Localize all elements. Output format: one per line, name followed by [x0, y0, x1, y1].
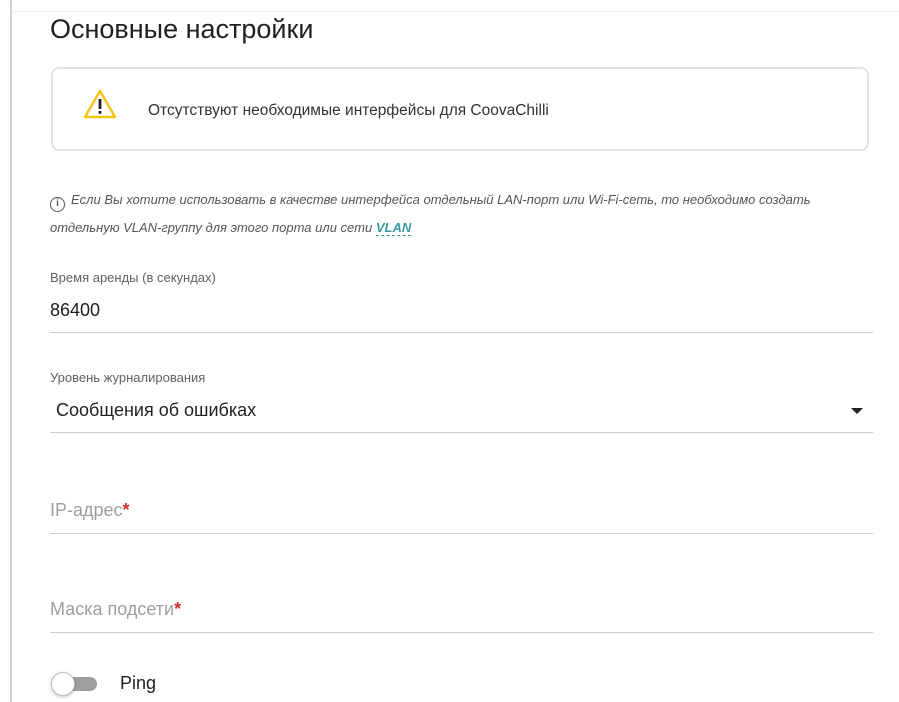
- lease-time-field[interactable]: Время аренды (в секундах) 86400: [50, 268, 873, 334]
- info-icon: i: [50, 197, 65, 212]
- ping-label: Ping: [120, 673, 157, 693]
- log-level-selected[interactable]: Сообщения об ошибках: [56, 400, 256, 421]
- subnet-mask-placeholder-text: Маска подсети: [50, 599, 175, 619]
- subnet-mask-field[interactable]: Маска подсети*: [50, 597, 873, 633]
- lease-time-underline: [50, 332, 873, 333]
- left-border: [10, 0, 12, 702]
- subnet-mask-underline: [50, 632, 873, 633]
- vlan-link[interactable]: VLAN: [375, 220, 412, 236]
- log-level-underline: [50, 432, 873, 433]
- ip-address-field[interactable]: IP-адрес*: [50, 498, 873, 534]
- log-level-select[interactable]: Уровень журналирования Сообщения об ошиб…: [50, 370, 873, 434]
- alert-message: Отсутствуют необходимые интерфейсы для C…: [148, 102, 549, 119]
- lease-time-value[interactable]: 86400: [50, 300, 100, 321]
- top-divider: [12, 11, 899, 12]
- ping-toggle[interactable]: [51, 672, 99, 696]
- ip-address-required-mark: *: [122, 500, 130, 520]
- chevron-down-icon[interactable]: [851, 408, 863, 414]
- ip-address-placeholder-text: IP-адрес: [50, 500, 123, 520]
- ip-address-underline: [50, 533, 873, 534]
- ip-address-placeholder[interactable]: IP-адрес*: [50, 500, 130, 521]
- warning-alert: Отсутствуют необходимые интерфейсы для C…: [51, 67, 869, 151]
- info-note: i Если Вы хотите использовать в качестве …: [50, 186, 850, 242]
- log-level-label: Уровень журналирования: [50, 370, 206, 385]
- lease-time-label: Время аренды (в секундах): [50, 270, 216, 285]
- ping-toggle-knob[interactable]: [51, 672, 75, 696]
- subnet-mask-required-mark: *: [174, 599, 182, 619]
- info-text: Если Вы хотите использовать в качестве и…: [50, 192, 811, 235]
- settings-page: Основные настройки Отсутствуют необходим…: [0, 0, 899, 702]
- warning-icon: [83, 89, 117, 119]
- section-title: Основные настройки: [50, 14, 314, 44]
- subnet-mask-placeholder[interactable]: Маска подсети*: [50, 599, 181, 620]
